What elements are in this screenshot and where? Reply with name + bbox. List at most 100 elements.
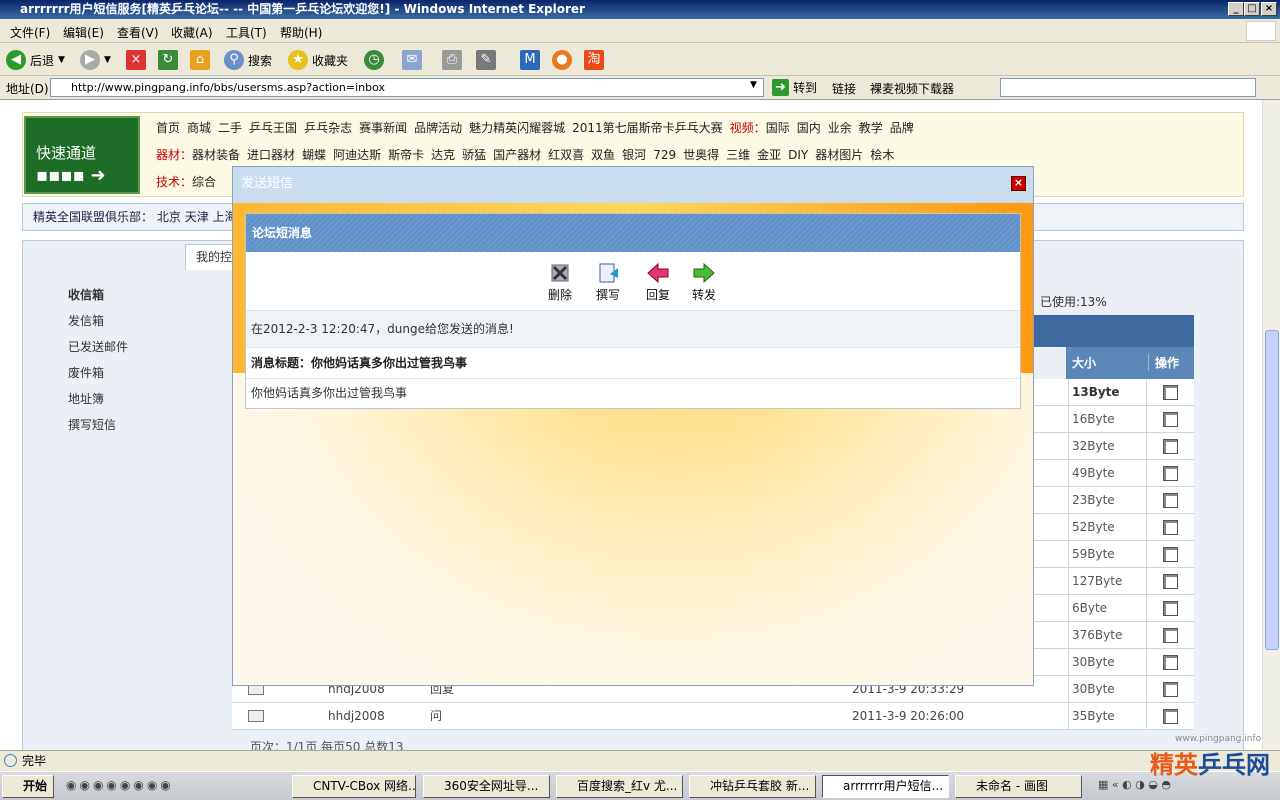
nav-link-equipment-9[interactable]: 双鱼 <box>591 148 615 162</box>
nav-link-equipment-5[interactable]: 达克 <box>431 148 455 162</box>
nav-link-main-6[interactable]: 品牌活动 <box>414 121 462 135</box>
nav-link-video-1[interactable]: 国内 <box>797 121 821 135</box>
nav-link-equipment-17[interactable]: 桧木 <box>870 148 894 162</box>
nav-link-video-2[interactable]: 业余 <box>828 121 852 135</box>
nav-link-equipment-1[interactable]: 进口器材 <box>247 148 295 162</box>
compose-button[interactable]: 撰写 <box>588 262 628 303</box>
nav-link-equipment-16[interactable]: 器材图片 <box>815 148 863 162</box>
mail-button[interactable]: ✉ <box>402 48 422 72</box>
nav-link-tech-general[interactable]: 综合 <box>192 175 216 189</box>
task-sms-active[interactable]: arrrrrrr用户短信... <box>822 775 949 798</box>
menu-help[interactable]: 帮助(H) <box>280 24 322 41</box>
home-button[interactable]: ⌂ <box>190 48 210 72</box>
row-checkbox[interactable] <box>1163 385 1178 400</box>
nav-link-main-1[interactable]: 商城 <box>187 121 211 135</box>
favorites-button[interactable]: ★ 收藏夹 <box>288 48 348 72</box>
links-label[interactable]: 链接 <box>832 80 856 97</box>
menu-favorites[interactable]: 收藏(A) <box>171 24 213 41</box>
row-checkbox[interactable] <box>1163 493 1178 508</box>
nav-link-main-5[interactable]: 赛事新闻 <box>359 121 407 135</box>
back-button[interactable]: ◀ 后退 ▼ <box>6 48 65 72</box>
start-button[interactable]: 开始 <box>2 775 54 798</box>
task-cntv[interactable]: CNTV-CBox 网络... <box>292 775 416 798</box>
row-checkbox[interactable] <box>1163 628 1178 643</box>
nav-link-video-0[interactable]: 国际 <box>766 121 790 135</box>
row-checkbox[interactable] <box>1163 439 1178 454</box>
menu-tools[interactable]: 工具(T) <box>226 24 267 41</box>
nav-link-equipment-8[interactable]: 红双喜 <box>548 148 584 162</box>
nav-link-main-0[interactable]: 首页 <box>156 121 180 135</box>
row-checkbox[interactable] <box>1163 412 1178 427</box>
sidebar-item-addressbook[interactable]: 地址簿 <box>68 390 218 416</box>
stop-button[interactable]: × <box>126 48 146 72</box>
nav-link-equipment-3[interactable]: 阿迪达斯 <box>333 148 381 162</box>
row-checkbox[interactable] <box>1163 466 1178 481</box>
history-button[interactable]: ◷ <box>364 48 384 72</box>
menu-edit[interactable]: 编辑(E) <box>63 24 104 41</box>
task-baidu[interactable]: 百度搜索_红v 尤... <box>556 775 683 798</box>
sidebar-item-outbox[interactable]: 发信箱 <box>68 312 218 338</box>
search-button[interactable]: ⚲ 搜索 <box>224 48 272 72</box>
row-checkbox[interactable] <box>1163 601 1178 616</box>
nav-link-equipment-13[interactable]: 三维 <box>726 148 750 162</box>
nav-link-equipment-11[interactable]: 729 <box>653 148 676 162</box>
nav-link-equipment-7[interactable]: 国产器材 <box>493 148 541 162</box>
nav-link-equipment-4[interactable]: 斯帝卡 <box>388 148 424 162</box>
forward-button[interactable]: ▶ ▼ <box>80 48 111 72</box>
print-button[interactable]: ⎙ <box>442 48 462 72</box>
sidebar-item-trash[interactable]: 废件箱 <box>68 364 218 390</box>
go-button[interactable]: ➜ 转到 <box>772 79 817 96</box>
row-checkbox[interactable] <box>1163 682 1178 697</box>
menu-view[interactable]: 查看(V) <box>117 24 159 41</box>
scrollbar-thumb[interactable] <box>1265 330 1279 650</box>
task-paint[interactable]: 未命名 - 画图 <box>955 775 1082 798</box>
close-window-button[interactable]: × <box>1261 2 1277 16</box>
system-tray[interactable]: ▦ « ◐ ◑ ◒ ◓ <box>1098 778 1268 795</box>
table-row[interactable]: hhdj2008 问 2011-3-9 20:26:00 35Byte <box>232 703 1194 730</box>
sidebar-item-sent[interactable]: 已发送邮件 <box>68 338 218 364</box>
row-checkbox[interactable] <box>1163 520 1178 535</box>
nav-link-equipment-2[interactable]: 蝴蝶 <box>302 148 326 162</box>
nav-link-main-3[interactable]: 乒乓王国 <box>249 121 297 135</box>
nav-link-equipment-14[interactable]: 金亚 <box>757 148 781 162</box>
nav-link-equipment-10[interactable]: 银河 <box>622 148 646 162</box>
refresh-button[interactable]: ↻ <box>158 48 178 72</box>
nav-link-main-8[interactable]: 2011第七届斯帝卡乒乓大赛 <box>572 121 723 135</box>
sidebar-item-compose[interactable]: 撰写短信 <box>68 416 218 442</box>
reply-button[interactable]: 回复 <box>638 262 678 303</box>
url-input[interactable]: http://www.pingpang.info/bbs/usersms.asp… <box>50 78 764 97</box>
sidebar-item-inbox[interactable]: 收信箱 <box>68 286 218 312</box>
nav-link-video-3[interactable]: 教学 <box>859 121 883 135</box>
vertical-scrollbar[interactable] <box>1262 100 1280 750</box>
task-360[interactable]: 360安全网址导... <box>423 775 550 798</box>
quick-launch-icons[interactable]: ◉◉◉◉◉◉◉◉ <box>66 778 286 795</box>
toolbar-search-box[interactable] <box>1000 78 1256 97</box>
nav-link-main-2[interactable]: 二手 <box>218 121 242 135</box>
row-subject[interactable]: 问 <box>430 703 442 729</box>
nav-link-main-4[interactable]: 乒乓杂志 <box>304 121 352 135</box>
tab-my-control[interactable]: 我的控 <box>185 244 235 270</box>
nav-link-equipment-0[interactable]: 器材装备 <box>192 148 240 162</box>
video-downloader-button[interactable]: 裸麦视频下载器 <box>870 80 954 97</box>
club-tianjin[interactable]: 天津 <box>185 210 209 224</box>
edit-button[interactable]: ✎ <box>476 48 496 72</box>
maximize-button[interactable]: □ <box>1244 2 1260 16</box>
row-checkbox[interactable] <box>1163 709 1178 724</box>
nav-link-main-7[interactable]: 魅力精英闪耀蓉城 <box>469 121 565 135</box>
dialog-close-button[interactable]: × <box>1011 176 1026 191</box>
nav-link-equipment-12[interactable]: 世奥得 <box>683 148 719 162</box>
messenger-button[interactable]: M <box>520 48 540 72</box>
task-pingpong[interactable]: 冲钻乒乓套胶 新... <box>689 775 816 798</box>
nav-link-equipment-15[interactable]: DIY <box>788 148 808 162</box>
club-beijing[interactable]: 北京 <box>157 210 181 224</box>
menu-file[interactable]: 文件(F) <box>10 24 50 41</box>
row-checkbox[interactable] <box>1163 574 1178 589</box>
minimize-button[interactable]: _ <box>1228 2 1244 16</box>
plugin-button[interactable]: ● <box>552 48 572 72</box>
nav-link-equipment-6[interactable]: 骄猛 <box>462 148 486 162</box>
nav-link-video-4[interactable]: 品牌 <box>890 121 914 135</box>
forward-message-button[interactable]: 转发 <box>684 262 724 303</box>
row-checkbox[interactable] <box>1163 547 1178 562</box>
delete-button[interactable]: 删除 <box>540 262 580 303</box>
taobao-button[interactable]: 淘 <box>584 48 604 72</box>
